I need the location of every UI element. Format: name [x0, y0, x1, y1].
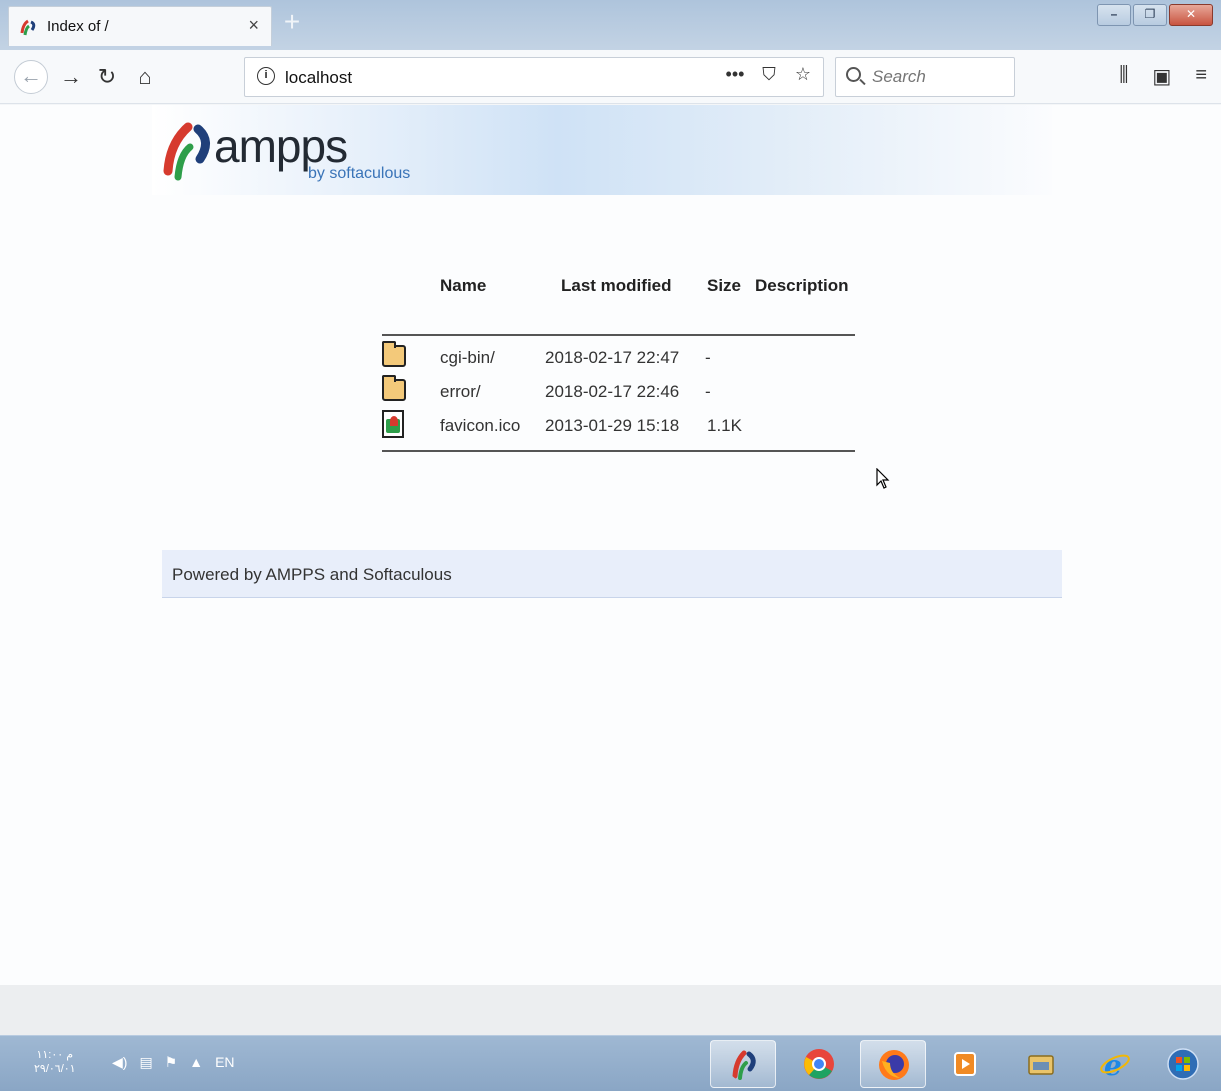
hamburger-menu-icon[interactable]: ≡	[1195, 64, 1207, 89]
tab-close-icon[interactable]: ×	[248, 15, 259, 36]
ampps-icon	[732, 1050, 756, 1080]
volume-icon[interactable]: ◀)	[112, 1054, 127, 1071]
internet-explorer-icon: e	[1100, 1049, 1130, 1080]
chrome-icon	[804, 1049, 834, 1079]
search-bar[interactable]	[835, 57, 1015, 97]
file-link[interactable]: favicon.ico	[440, 416, 520, 435]
url-text[interactable]: localhost	[285, 68, 352, 88]
media-player-icon	[954, 1052, 976, 1076]
svg-text:e: e	[1104, 1049, 1122, 1080]
search-input[interactable]	[872, 67, 1008, 87]
taskbar-ampps[interactable]	[710, 1040, 776, 1088]
footer-separator	[382, 450, 855, 485]
image-file-icon	[382, 409, 404, 438]
file-name-cell: favicon.ico	[440, 409, 545, 443]
folder-icon	[382, 340, 406, 367]
size-column-header[interactable]: Size	[705, 271, 755, 301]
show-hidden-icons[interactable]: ▲	[189, 1054, 203, 1071]
page-actions-menu-icon[interactable]: •••	[723, 64, 747, 85]
modified-cell: 2018-02-17 22:46	[545, 382, 680, 401]
language-indicator[interactable]: EN	[215, 1054, 234, 1071]
taskbar-chrome[interactable]	[786, 1040, 852, 1088]
bookmark-star-icon[interactable]: ☆	[791, 64, 815, 85]
page-content: ampps by softaculous Name Last modified …	[0, 105, 1221, 985]
row-icon-cell	[382, 374, 440, 409]
description-column-header[interactable]: Description	[755, 271, 855, 301]
library-icon[interactable]: ⫼	[1119, 64, 1128, 89]
system-clock[interactable]: م ١١:٠٠ ٢٩/٠٦/٠١	[34, 1048, 76, 1076]
modified-cell: 2018-02-17 22:47	[545, 348, 680, 367]
forward-button[interactable]: →	[56, 62, 86, 92]
logo-subtitle: by softaculous	[308, 165, 411, 182]
taskbar-media-player[interactable]	[932, 1040, 998, 1088]
description-cell	[755, 341, 855, 375]
description-cell	[755, 409, 855, 443]
firefox-icon	[879, 1050, 909, 1080]
navigation-toolbar: ← → ↻ ⌂ i localhost ••• ⛉ ☆ ⫼ ▣ ≡	[0, 50, 1221, 104]
window-controls: – ❐ ✕	[1097, 4, 1213, 26]
browser-status-area	[0, 985, 1221, 1035]
footer-text: Powered by AMPPS and Softaculous	[172, 565, 452, 584]
size-cell: -	[705, 382, 711, 401]
browser-tab[interactable]: Index of / ×	[8, 6, 272, 46]
row-icon-cell	[382, 409, 440, 443]
back-button[interactable]: ←	[14, 60, 48, 94]
description-cell	[755, 375, 855, 409]
file-link[interactable]: cgi-bin/	[440, 348, 495, 367]
pocket-icon[interactable]: ⛉	[757, 64, 781, 85]
action-center-icon[interactable]: ⚑	[165, 1054, 178, 1071]
folder-icon	[382, 374, 406, 401]
minimize-button[interactable]: –	[1097, 4, 1131, 26]
size-cell: 1.1K	[707, 416, 742, 435]
restore-button[interactable]: ❐	[1133, 4, 1167, 26]
tab-title: Index of /	[47, 18, 109, 35]
file-name-cell: cgi-bin/	[440, 341, 545, 375]
site-info-icon[interactable]: i	[257, 67, 275, 85]
modified-cell: 2013-01-29 15:18	[545, 416, 680, 435]
system-tray: ◀) ▤ ⚑ ▲ EN	[112, 1054, 235, 1071]
file-link[interactable]: error/	[440, 382, 481, 401]
table-row: error/ 2018-02-17 22:46 -	[382, 374, 855, 409]
row-icon-cell	[382, 340, 440, 375]
toolbar-right: ⫼ ▣ ≡	[1119, 64, 1207, 89]
ampps-favicon-icon	[20, 19, 36, 36]
ampps-logo-icon	[163, 122, 210, 181]
taskbar-internet-explorer[interactable]: e	[1082, 1040, 1148, 1088]
sidebar-icon[interactable]: ▣	[1152, 64, 1171, 89]
icon-column-header	[382, 271, 440, 301]
file-explorer-icon	[1028, 1055, 1054, 1075]
last-modified-column-header[interactable]: Last modified	[545, 271, 705, 301]
close-window-button[interactable]: ✕	[1169, 4, 1213, 26]
size-cell: -	[705, 348, 711, 367]
page-footer: Powered by AMPPS and Softaculous	[162, 550, 1062, 598]
restore-icon: ❐	[1144, 7, 1156, 21]
taskbar-file-explorer[interactable]	[1008, 1040, 1074, 1088]
clock-time: م ١١:٠٠	[36, 1049, 74, 1061]
directory-listing-table: Name Last modified Size Description cgi-…	[382, 271, 855, 485]
url-actions: ••• ⛉ ☆	[723, 64, 815, 85]
home-button[interactable]: ⌂	[130, 62, 160, 92]
network-icon[interactable]: ▤	[139, 1054, 152, 1071]
search-icon	[846, 67, 861, 82]
windows-taskbar: م ١١:٠٠ ٢٩/٠٦/٠١ ◀) ▤ ⚑ ▲ EN e	[0, 1035, 1221, 1091]
taskbar-firefox[interactable]	[860, 1040, 926, 1088]
reload-button[interactable]: ↻	[92, 62, 122, 92]
table-row: favicon.ico 2013-01-29 15:18 1.1K	[382, 409, 855, 443]
header-separator	[382, 301, 855, 336]
table-header-row: Name Last modified Size Description	[382, 271, 855, 301]
new-tab-button[interactable]: +	[278, 8, 306, 38]
browser-tab-bar: Index of / × + – ❐ ✕	[0, 0, 1221, 50]
file-name-cell: error/	[440, 375, 545, 409]
name-column-header[interactable]: Name	[440, 271, 545, 301]
taskbar-start[interactable]	[1150, 1040, 1216, 1088]
table-row: cgi-bin/ 2018-02-17 22:47 -	[382, 340, 855, 375]
minimize-icon: –	[1110, 7, 1118, 21]
start-icon	[1167, 1048, 1199, 1080]
mouse-cursor-icon	[876, 468, 890, 489]
close-icon: ✕	[1185, 7, 1197, 21]
url-bar[interactable]: i localhost ••• ⛉ ☆	[244, 57, 824, 97]
clock-date: ٢٩/٠٦/٠١	[34, 1063, 76, 1075]
